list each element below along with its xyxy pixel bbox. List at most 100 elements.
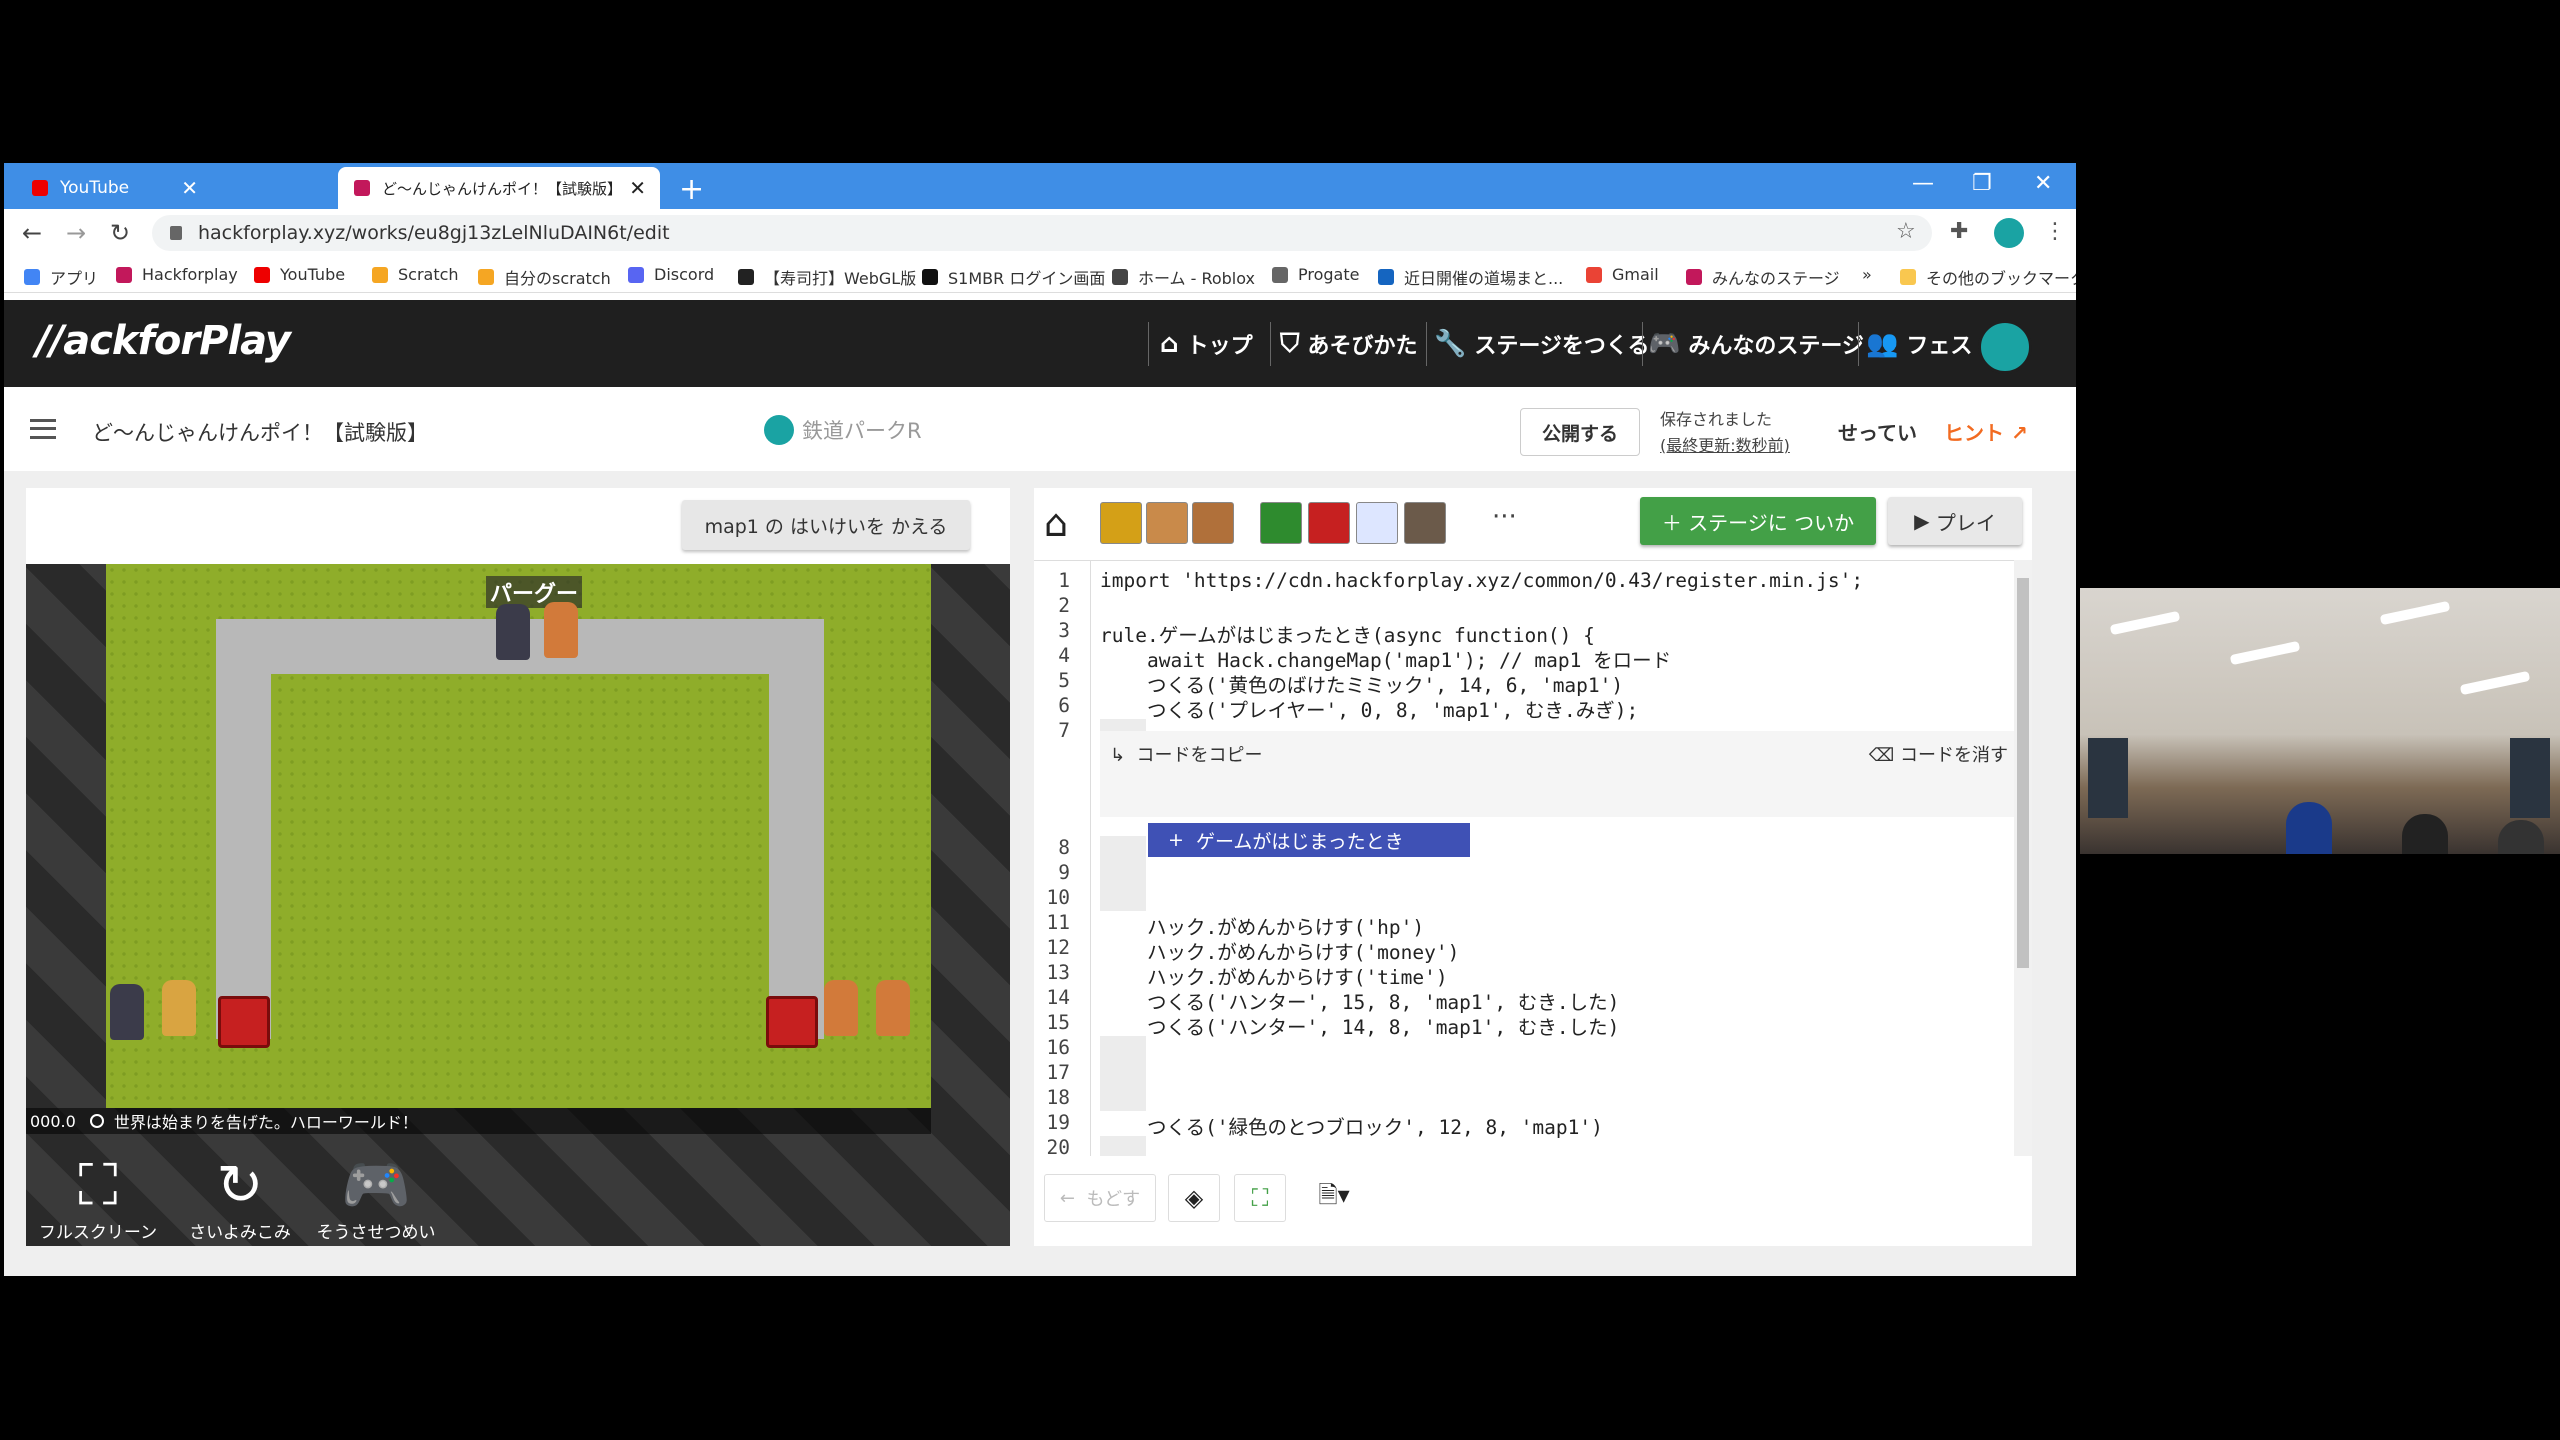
code-area[interactable]: 1 import 'https://cdn.hackforplay.xyz/com… bbox=[1034, 560, 2014, 1156]
menu-dots-icon[interactable]: ⋮ bbox=[2044, 219, 2066, 244]
bookmark-label: Gmail bbox=[1612, 265, 1659, 284]
treasure-chest-icon[interactable] bbox=[1100, 502, 1142, 544]
file-menu-button[interactable]: 🗎▾ bbox=[1304, 1174, 1364, 1222]
code-scrollbar[interactable] bbox=[2014, 560, 2032, 1156]
code-line[interactable]: 15 つくる('ハンター', 14, 8, 'map1', むき.した) bbox=[1034, 1011, 2014, 1039]
hunter-icon[interactable] bbox=[1404, 502, 1446, 544]
minimize-button[interactable]: — bbox=[1912, 171, 1934, 196]
code-line[interactable]: 19 つくる('緑色のとつブロック', 12, 8, 'map1') bbox=[1034, 1111, 2014, 1139]
close-tab-icon[interactable]: ✕ bbox=[181, 176, 198, 200]
profile-avatar[interactable] bbox=[1994, 218, 2024, 248]
scrollbar-thumb[interactable] bbox=[2017, 578, 2029, 968]
bookmark-apps[interactable]: アプリ bbox=[24, 265, 98, 289]
bookmark-dojo[interactable]: 近日開催の道場まと... bbox=[1378, 265, 1563, 289]
characters-icon[interactable] bbox=[1146, 502, 1188, 544]
code-line[interactable]: 12 ハック.がめんからけす('money') bbox=[1034, 936, 2014, 964]
bookmark-youtube[interactable]: YouTube bbox=[254, 265, 345, 284]
nav-make-stage[interactable]: 🔧 ステージをつくる bbox=[1434, 328, 1650, 360]
publish-button[interactable]: 公開する bbox=[1520, 408, 1640, 456]
new-tab-button[interactable]: + bbox=[679, 172, 704, 207]
add-to-stage-button[interactable]: ＋ ステージに ついか bbox=[1640, 497, 1876, 545]
play-button[interactable]: ▶ プレイ bbox=[1888, 497, 2022, 545]
bookmark-progate[interactable]: Progate bbox=[1272, 265, 1359, 284]
bookmark-label: ホーム - Roblox bbox=[1138, 269, 1256, 288]
window bbox=[2510, 738, 2550, 818]
url-field[interactable]: hackforplay.xyz/works/eu8gj13zLelNluDAIN… bbox=[152, 215, 1932, 251]
copy-code-button[interactable]: ↳ コードをコピー bbox=[1110, 741, 1263, 767]
tab-hackforplay[interactable]: ど〜んじゃんけんポイ！【試験版】 ✕ bbox=[338, 167, 660, 209]
line-number: 9 bbox=[1058, 861, 1070, 884]
bookmark-hackforplay[interactable]: Hackforplay bbox=[116, 265, 238, 284]
reload-icon[interactable]: ↻ bbox=[110, 219, 130, 247]
layers-button[interactable]: ◈ bbox=[1168, 1174, 1220, 1222]
hamburger-menu-icon[interactable] bbox=[30, 419, 56, 439]
bookmark-discord[interactable]: Discord bbox=[628, 265, 714, 284]
last-updated-link[interactable]: (最終更新:数秒前) bbox=[1660, 433, 1790, 459]
bookmark-gmail[interactable]: Gmail bbox=[1586, 265, 1659, 284]
window bbox=[2088, 738, 2128, 818]
code-line[interactable]: 17 bbox=[1034, 1061, 2014, 1086]
controls-help-button[interactable]: 🎮 そうさせつめい bbox=[316, 1154, 436, 1244]
game-screen[interactable]: パーグー 000.0 世界は始まりを告げた。ハローワールド！ ⛶ フルスクリーン… bbox=[26, 564, 1010, 1246]
code-line[interactable]: 1 import 'https://cdn.hackforplay.xyz/com… bbox=[1034, 569, 2014, 594]
hackforplay-logo[interactable]: //ackforPlay bbox=[36, 318, 291, 364]
game-start-chip[interactable]: + ゲームがはじまったとき bbox=[1148, 823, 1470, 857]
nav-top[interactable]: ⌂ トップ bbox=[1160, 328, 1253, 360]
tab-youtube[interactable]: YouTube ✕ bbox=[16, 167, 212, 209]
code-line[interactable]: 18 bbox=[1034, 1086, 2014, 1111]
bookmarks-overflow[interactable]: » bbox=[1862, 265, 1872, 284]
bookmark-sushida[interactable]: 【寿司打】WebGL版 bbox=[738, 265, 916, 289]
discord-icon bbox=[628, 266, 644, 283]
author-link[interactable]: 鉄道パークR bbox=[764, 415, 922, 445]
browser-window: YouTube ✕ ど〜んじゃんけんポイ！【試験版】 ✕ + — ❐ ✕ ← →… bbox=[4, 163, 2076, 1276]
home-icon[interactable]: ⌂ bbox=[1044, 501, 1068, 545]
code-line[interactable]: 3 rule.ゲームがはじまったとき(async function() { bbox=[1034, 619, 2014, 647]
code-line[interactable]: 5 つくる('黄色のばけたミミック', 14, 6, 'map1') bbox=[1034, 669, 2014, 697]
code-line[interactable]: 4 await Hack.changeMap('map1'); // map1 … bbox=[1034, 644, 2014, 672]
back-arrow-icon[interactable]: ← bbox=[22, 219, 42, 247]
code-line[interactable]: 6 つくる('プレイヤー', 0, 8, 'map1', むき.みぎ); bbox=[1034, 694, 2014, 722]
hint-button[interactable]: ヒント ↗ bbox=[1944, 417, 2028, 446]
code-line[interactable]: 11 ハック.がめんからけす('hp') bbox=[1034, 911, 2014, 939]
fullscreen-editor-button[interactable]: ⛶ bbox=[1234, 1174, 1286, 1222]
bookmark-scratch[interactable]: Scratch bbox=[372, 265, 459, 284]
extensions-icon[interactable]: ✚ bbox=[1950, 219, 1968, 244]
teleporter-icon[interactable] bbox=[1356, 502, 1398, 544]
undo-button[interactable]: ← もどす bbox=[1044, 1174, 1156, 1222]
code-line[interactable]: 9 bbox=[1034, 861, 2014, 886]
close-tab-icon[interactable]: ✕ bbox=[629, 176, 646, 200]
bookmark-roblox[interactable]: ホーム - Roblox bbox=[1112, 265, 1255, 289]
code-line[interactable]: 14 つくる('ハンター', 15, 8, 'map1', むき.した) bbox=[1034, 986, 2014, 1014]
maximize-button[interactable]: ❐ bbox=[1972, 171, 1992, 196]
bookmark-other[interactable]: その他のブックマーク bbox=[1900, 265, 2076, 289]
code-line[interactable]: 2 bbox=[1034, 594, 2014, 619]
bookmark-my-scratch[interactable]: 自分のscratch bbox=[478, 265, 611, 289]
nav-everyone-stage[interactable]: 🎮 みんなのステージ bbox=[1648, 328, 1864, 360]
code-line[interactable]: 10 bbox=[1034, 886, 2014, 911]
bookmark-s1mbr[interactable]: S1MBR ログイン画面 bbox=[922, 265, 1105, 289]
delete-code-button[interactable]: ⌫ コードを消す bbox=[1869, 741, 2008, 767]
fullscreen-button[interactable]: ⛶ フルスクリーン bbox=[38, 1154, 158, 1244]
change-background-button[interactable]: map1 の はいけいを かえる bbox=[682, 500, 970, 550]
nav-howto[interactable]: ⛉ あそびかた bbox=[1280, 328, 1418, 360]
enemy-icon[interactable] bbox=[1192, 502, 1234, 544]
save-status-text: 保存されました bbox=[1660, 410, 1773, 429]
settings-button[interactable]: せってい bbox=[1838, 417, 1917, 446]
star-icon[interactable]: ☆ bbox=[1896, 219, 1916, 244]
button-label: そうさせつめい bbox=[316, 1223, 436, 1243]
forward-arrow-icon[interactable]: → bbox=[66, 219, 86, 247]
more-icon[interactable]: ··· bbox=[1492, 502, 1517, 532]
nav-fes[interactable]: 👥 フェス bbox=[1866, 328, 1972, 360]
code-line[interactable]: 13 ハック.がめんからけす('time') bbox=[1034, 961, 2014, 989]
red-block-icon[interactable] bbox=[1308, 502, 1350, 544]
screen: YouTube ✕ ど〜んじゃんけんポイ！【試験版】 ✕ + — ❐ ✕ ← →… bbox=[0, 0, 2560, 1440]
scratch-icon bbox=[478, 269, 494, 285]
green-block-icon[interactable] bbox=[1260, 502, 1302, 544]
reload-button[interactable]: ↻ さいよみこみ bbox=[180, 1154, 300, 1244]
code-line[interactable]: 16 bbox=[1034, 1036, 2014, 1061]
code-line[interactable]: 20 bbox=[1034, 1136, 2014, 1156]
work-title[interactable]: ど〜んじゃんけんポイ！【試験版】 bbox=[92, 417, 428, 447]
user-avatar[interactable] bbox=[1978, 320, 2032, 374]
bookmark-minna-stage[interactable]: みんなのステージ bbox=[1686, 265, 1840, 289]
close-window-button[interactable]: ✕ bbox=[2034, 171, 2052, 196]
